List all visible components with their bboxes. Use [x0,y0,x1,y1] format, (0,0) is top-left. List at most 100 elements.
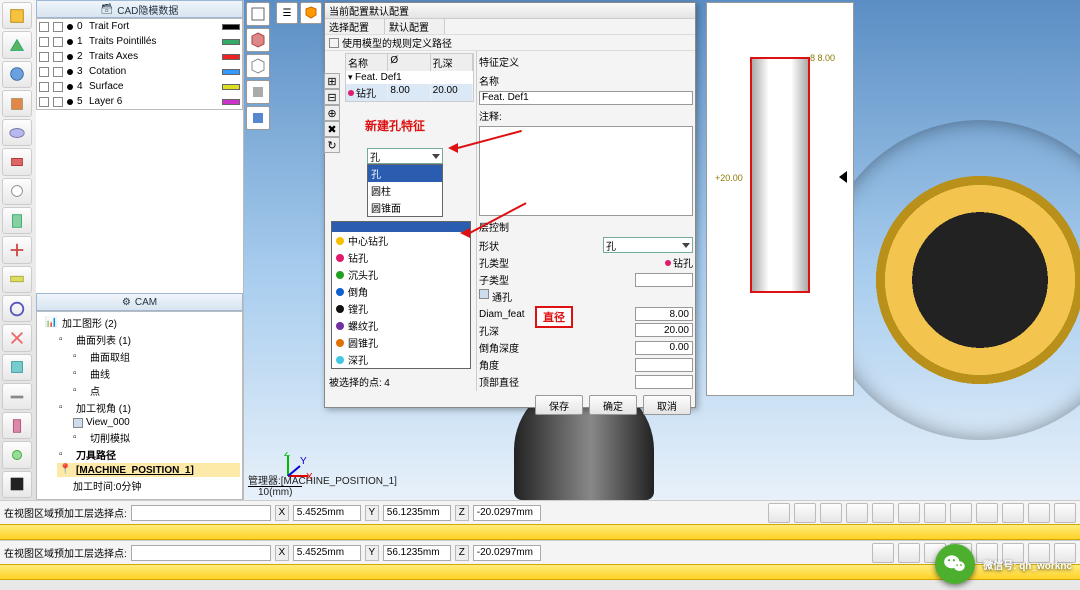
layer-row[interactable]: 4Surface [37,79,242,94]
tool-btn[interactable] [2,236,32,263]
feature-row[interactable]: 钻孔 8.00 20.00 [346,84,473,101]
machine-position[interactable]: 📍[MACHINE_POSITION_1] [57,463,240,477]
side-button[interactable]: ↻ [324,137,340,153]
status-btn[interactable] [768,503,790,523]
tree-item[interactable]: View_000 [71,416,240,429]
status-btn[interactable] [1002,503,1024,523]
tool-btn[interactable] [2,119,32,146]
status-btn[interactable] [976,503,998,523]
feat-name-input[interactable] [479,91,693,105]
color-list-item[interactable]: 沉头孔 [332,266,470,283]
layer-row[interactable]: 1Traits Pointillés [37,34,242,49]
layer-checkbox[interactable] [39,52,49,62]
view-mode-icon[interactable] [246,2,270,26]
z-input[interactable] [473,545,541,561]
status-btn[interactable] [846,503,868,523]
hole-type-list[interactable]: 中心钻孔钻孔沉头孔倒角镗孔螺纹孔圆锥孔深孔 [331,221,471,369]
save-button[interactable]: 保存 [535,395,583,415]
color-list-item[interactable]: 深孔 [332,351,470,368]
shape-select[interactable]: 孔 [603,237,693,253]
tree-item[interactable]: ▫加工视角 (1) [57,399,240,416]
layer-checkbox[interactable] [39,82,49,92]
cancel-button[interactable]: 取消 [643,395,691,415]
tool-btn[interactable] [2,383,32,410]
color-list-item[interactable]: 中心钻孔 [332,232,470,249]
tool-btn[interactable] [2,441,32,468]
diameter-input[interactable] [635,307,693,321]
tool-btn[interactable] [2,412,32,439]
tab-select[interactable]: 选择配置 [325,19,385,34]
tool-btn[interactable] [2,295,32,322]
dropdown-option[interactable]: 孔 [368,165,442,182]
angle-input[interactable] [635,358,693,372]
tool-btn[interactable] [2,31,32,58]
status-input[interactable] [131,505,271,521]
status-btn[interactable] [872,543,894,563]
tree-item[interactable]: ▫曲面取组 [71,348,240,365]
tool-btn[interactable] [2,178,32,205]
chamfer-input[interactable] [635,341,693,355]
tree-item[interactable]: ▫刀具路径 [57,446,240,463]
wire-cube-icon[interactable] [246,54,270,78]
feature-grid[interactable]: 名称 Ø 孔深 ▾ Feat. Def1 钻孔 8.00 20.00 [345,53,474,102]
layer-row[interactable]: 3Cotation [37,64,242,79]
layer-row[interactable]: 0Trait Fort [37,19,242,34]
tool-btn[interactable] [2,2,32,29]
status-btn[interactable] [1028,503,1050,523]
layer-row[interactable]: 2Traits Axes [37,49,242,64]
tree-root[interactable]: 📊加工图形 (2) [43,314,240,331]
color-list-item[interactable]: 倒角 [332,283,470,300]
ok-button[interactable]: 确定 [589,395,637,415]
viewport[interactable]: ☰ 当前配置默认配置 选择配置 默认配置 使用模型的规则定义路径 ⊞⊟⊕✖↻ [244,0,1080,500]
color-list-item[interactable]: 镗孔 [332,300,470,317]
layer-checkbox[interactable] [53,82,63,92]
layer-checkbox[interactable] [39,22,49,32]
tree-item[interactable]: ▫切削模拟 [71,429,240,446]
thru-checkbox[interactable] [479,289,489,299]
layer-checkbox[interactable] [53,67,63,77]
layer-checkbox[interactable] [53,52,63,62]
tool-btn[interactable] [2,266,32,293]
x-input[interactable] [293,505,361,521]
dropdown-option[interactable]: 圆柱 [368,182,442,199]
status-btn[interactable] [820,503,842,523]
tool-btn[interactable] [2,207,32,234]
tree-item[interactable]: ▫点 [71,382,240,399]
z-input[interactable] [473,505,541,521]
solid-icon[interactable] [246,80,270,104]
x-input[interactable] [293,545,361,561]
layer-checkbox[interactable] [39,67,49,77]
tree-item[interactable]: ▫曲线 [71,365,240,382]
layer-checkbox[interactable] [53,37,63,47]
color-list-item[interactable]: 圆锥孔 [332,334,470,351]
layer-checkbox[interactable] [39,37,49,47]
tool-btn[interactable] [2,148,32,175]
depth-input[interactable] [635,323,693,337]
shape-dropdown-list[interactable]: 孔圆柱圆锥面 [367,164,443,217]
iso-cube-icon[interactable] [300,2,322,24]
status-btn[interactable] [924,503,946,523]
tool-btn[interactable] [2,90,32,117]
status-btn[interactable] [950,503,972,523]
side-button[interactable]: ⊟ [324,89,340,105]
layer-checkbox[interactable] [53,22,63,32]
color-list-item[interactable]: 钻孔 [332,249,470,266]
y-input[interactable] [383,505,451,521]
y-input[interactable] [383,545,451,561]
layer-checkbox[interactable] [53,97,63,107]
menu-icon[interactable]: ☰ [276,2,298,24]
side-button[interactable]: ✖ [324,121,340,137]
cube-icon[interactable] [246,28,270,52]
color-list-item[interactable]: 螺纹孔 [332,317,470,334]
tab-default[interactable]: 默认配置 [385,19,445,34]
tool-btn[interactable] [2,471,32,498]
side-button[interactable]: ⊞ [324,73,340,89]
rule-checkbox[interactable] [329,38,339,48]
tool-btn[interactable] [2,324,32,351]
topd-input[interactable] [635,375,693,389]
note-textarea[interactable] [479,126,693,216]
shape-combo[interactable]: 孔 [367,148,443,164]
subtype-input[interactable] [635,273,693,287]
tree-item[interactable]: ▫曲面列表 (1) [57,331,240,348]
layer-row[interactable]: 5Layer 6 [37,94,242,109]
